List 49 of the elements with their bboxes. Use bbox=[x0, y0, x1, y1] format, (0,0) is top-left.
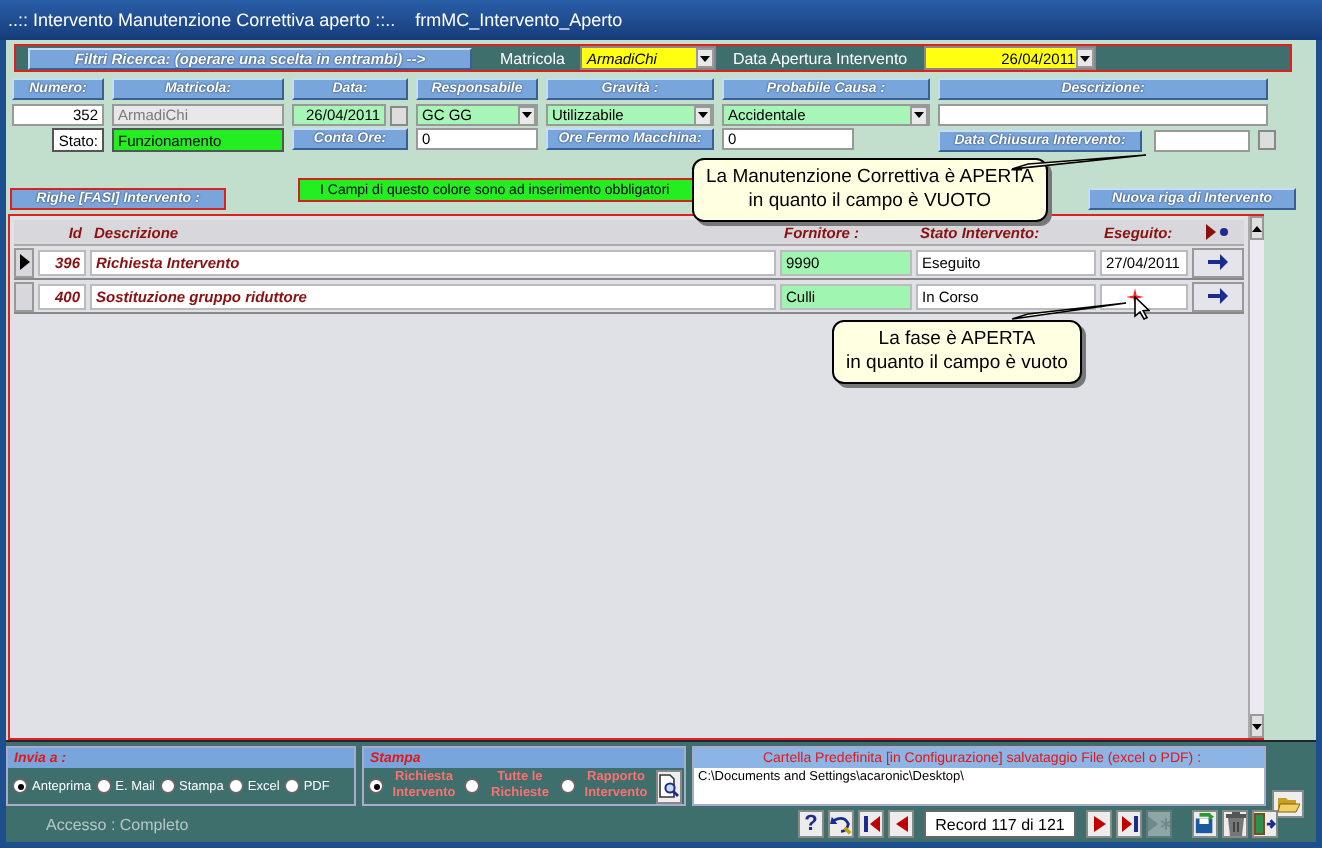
radio-button[interactable] bbox=[159, 778, 175, 794]
radio-button[interactable] bbox=[464, 778, 480, 794]
scroll-up-icon bbox=[1252, 225, 1262, 231]
door-exit-icon bbox=[1254, 812, 1276, 836]
folder-icon bbox=[1277, 795, 1299, 813]
access-label: Accesso : Completo bbox=[46, 815, 191, 833]
radio-button[interactable] bbox=[227, 778, 244, 794]
print-preview-button[interactable] bbox=[656, 769, 682, 803]
last-record-button[interactable] bbox=[1116, 810, 1142, 838]
magnifier-document-icon bbox=[658, 774, 680, 798]
help-button[interactable]: ? bbox=[798, 810, 824, 838]
previous-record-button[interactable] bbox=[888, 810, 914, 838]
radio-button[interactable] bbox=[368, 778, 384, 794]
delete-button[interactable] bbox=[1222, 810, 1248, 838]
open-row-button[interactable] bbox=[1192, 247, 1244, 277]
row-selector[interactable] bbox=[14, 247, 34, 277]
next-icon bbox=[1093, 816, 1105, 832]
last-record-icon bbox=[1121, 816, 1137, 832]
mouse-pointer-icon bbox=[1134, 295, 1150, 319]
current-row-icon bbox=[19, 254, 29, 270]
scrollbar[interactable] bbox=[1248, 216, 1264, 738]
trash-icon bbox=[1225, 812, 1245, 836]
tooltip-pointer bbox=[1012, 302, 1128, 320]
undo-icon bbox=[830, 813, 852, 835]
first-record-icon bbox=[863, 816, 879, 832]
record-counter: Record 117 di 121 bbox=[924, 810, 1076, 838]
input-field[interactable] bbox=[938, 104, 1268, 126]
previous-icon bbox=[895, 816, 907, 832]
new-record-icon bbox=[1148, 816, 1170, 832]
save-button[interactable] bbox=[1192, 810, 1218, 838]
window-title: ..:: Intervento Manutenzione Correttiva aperto ::.. bbox=[8, 10, 396, 30]
new-record-icon bbox=[1206, 224, 1230, 240]
calendar-button[interactable] bbox=[390, 105, 408, 125]
field-label: Data Apertura Intervento bbox=[732, 49, 908, 67]
form-name: frmMC_Intervento_Aperto bbox=[415, 10, 623, 30]
radio-button[interactable] bbox=[95, 778, 112, 794]
field-label: Matricola bbox=[500, 49, 565, 67]
radio-button[interactable] bbox=[283, 778, 300, 794]
exit-button[interactable] bbox=[1252, 810, 1278, 838]
undo-button[interactable] bbox=[828, 810, 854, 838]
scroll-down-icon bbox=[1252, 723, 1262, 729]
tooltip-pointer bbox=[1012, 154, 1148, 170]
first-record-button[interactable] bbox=[858, 810, 884, 838]
date-field[interactable] bbox=[1154, 129, 1250, 151]
next-record-button[interactable] bbox=[1086, 810, 1112, 838]
radio-button[interactable] bbox=[560, 778, 576, 794]
calendar-button[interactable] bbox=[1258, 130, 1276, 150]
radio-button[interactable] bbox=[12, 778, 28, 794]
open-row-button[interactable] bbox=[1192, 281, 1244, 311]
